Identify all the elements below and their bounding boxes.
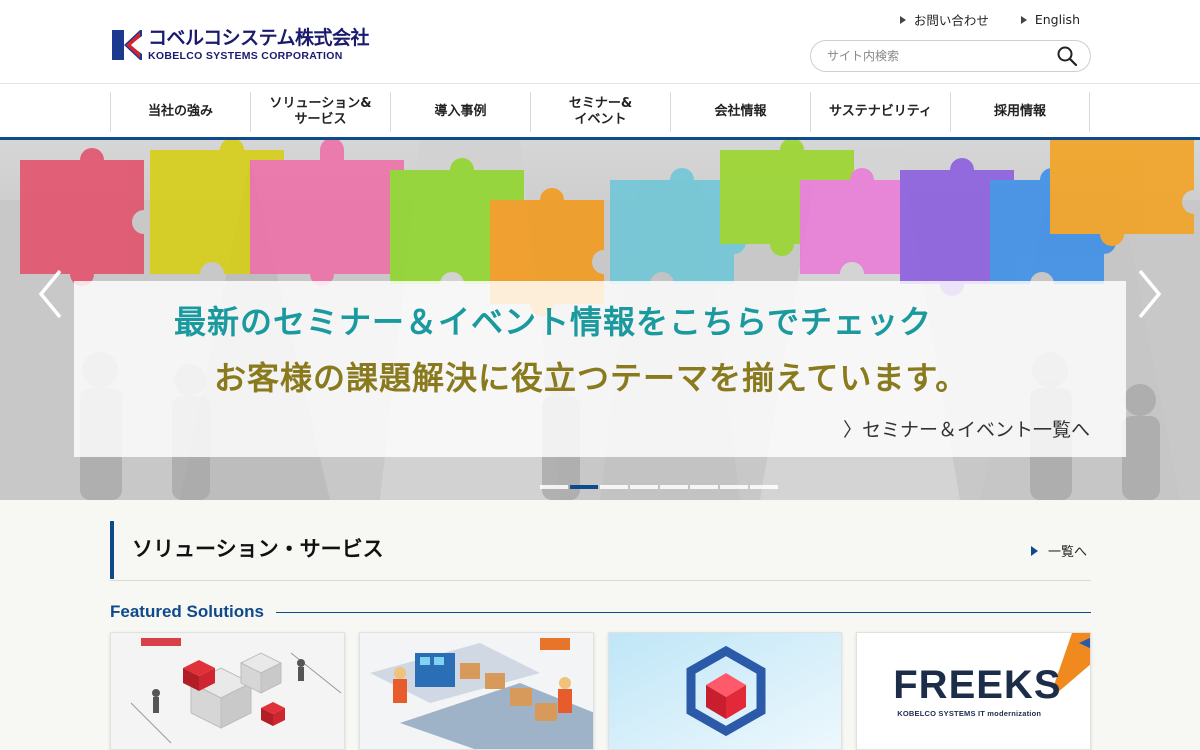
carousel-next-button[interactable]: [1134, 268, 1164, 320]
carousel-prev-button[interactable]: [36, 268, 66, 320]
nav-item-seminars[interactable]: セミナー& イベント: [530, 92, 670, 132]
solutions-more-link[interactable]: 一覧へ: [1030, 541, 1087, 560]
hero-headline: 最新のセミナー＆イベント情報をこちらでチェック: [174, 303, 933, 341]
section-accent-bar: [110, 521, 114, 579]
company-logo[interactable]: コベルコシステム株式会社 KOBELCO SYSTEMS CORPORATION: [110, 26, 370, 64]
triangle-right-icon: [1030, 545, 1038, 556]
carousel-dot[interactable]: [540, 485, 568, 489]
kobelco-logo-icon: [110, 28, 144, 62]
carousel-dot[interactable]: [660, 485, 688, 489]
site-header: コベルコシステム株式会社 KOBELCO SYSTEMS CORPORATION…: [0, 0, 1200, 84]
contact-link-label: お問い合わせ: [913, 13, 989, 28]
hero-carousel[interactable]: 最新のセミナー＆イベント情報をこちらでチェック お客様の課題解決に役立つテーマを…: [0, 140, 1200, 500]
carousel-indicators: [540, 485, 778, 489]
divider: [275, 611, 1091, 613]
english-link-label: English: [1034, 12, 1080, 27]
featured-cards: FREEKS KOBELCO SYSTEMS IT modernization: [110, 632, 1091, 750]
logo-japanese-text: コベルコシステム株式会社: [148, 26, 370, 49]
solution-card-factory[interactable]: [358, 632, 594, 750]
triangle-right-icon: [899, 15, 906, 24]
carousel-dot[interactable]: [750, 485, 778, 489]
carousel-dot-active[interactable]: [570, 485, 598, 489]
logo-english-text: KOBELCO SYSTEMS CORPORATION: [148, 49, 343, 62]
nav-item-company[interactable]: 会社情報: [670, 92, 810, 132]
chevron-right-icon: [1138, 269, 1162, 319]
carousel-dot[interactable]: [600, 485, 628, 489]
nav-item-sustainability[interactable]: サステナビリティ: [810, 92, 950, 132]
isometric-blocks-image: [111, 633, 344, 749]
solutions-more-label: 一覧へ: [1047, 545, 1087, 560]
nav-item-strengths[interactable]: 当社の強み: [110, 92, 250, 132]
featured-heading: Featured Solutions: [110, 600, 1091, 624]
cube-logo-image: [608, 633, 842, 749]
carousel-dot[interactable]: [690, 485, 718, 489]
hero-subheadline: お客様の課題解決に役立つテーマを揃えています。: [214, 359, 969, 397]
site-search: [810, 40, 1091, 72]
solution-card-blocks[interactable]: [110, 632, 345, 750]
nav-item-solutions[interactable]: ソリューション& サービス: [250, 92, 390, 132]
search-icon[interactable]: [1056, 45, 1078, 67]
triangle-right-icon: [1020, 15, 1027, 24]
section-header: ソリューション・サービス 一覧へ: [110, 521, 1091, 581]
search-input[interactable]: [827, 49, 1056, 63]
section-title: ソリューション・サービス: [132, 537, 384, 561]
seminar-list-link[interactable]: 〉セミナー＆イベント一覧へ: [843, 415, 1090, 442]
carousel-dot[interactable]: [630, 485, 658, 489]
featured-label: Featured Solutions: [110, 602, 264, 621]
factory-illustration-image: [359, 633, 593, 749]
freeks-logo-subtitle: KOBELCO SYSTEMS IT modernization: [897, 709, 1042, 718]
hero-text-panel: 最新のセミナー＆イベント情報をこちらでチェック お客様の課題解決に役立つテーマを…: [74, 281, 1126, 457]
solution-card-freeks[interactable]: FREEKS KOBELCO SYSTEMS IT modernization: [856, 632, 1091, 750]
solutions-section: ソリューション・サービス 一覧へ Featured Solutions FREE…: [0, 500, 1200, 750]
contact-link[interactable]: お問い合わせ: [899, 10, 989, 29]
english-link[interactable]: English: [1020, 10, 1080, 29]
nav-item-recruit[interactable]: 採用情報: [950, 92, 1090, 132]
nav-item-case-studies[interactable]: 導入事例: [390, 92, 530, 132]
utility-links: お問い合わせ English: [899, 10, 1080, 29]
global-nav: 当社の強み ソリューション& サービス 導入事例 セミナー& イベント 会社情報…: [0, 84, 1200, 140]
chevron-left-icon: [38, 269, 62, 319]
solution-card-cube[interactable]: [607, 632, 843, 750]
carousel-dot[interactable]: [720, 485, 748, 489]
freeks-logo-title: FREEKS: [893, 663, 1062, 707]
